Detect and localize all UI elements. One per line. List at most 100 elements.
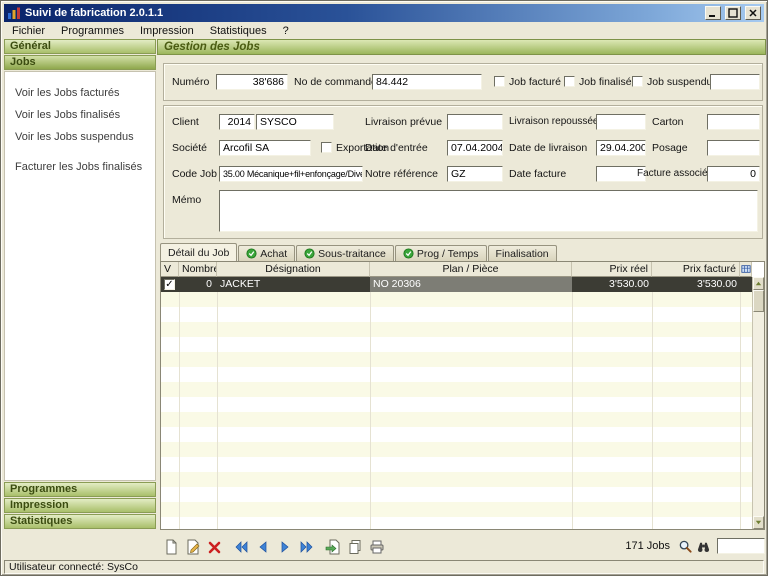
copy-record-button[interactable] bbox=[345, 537, 365, 557]
column-header-v[interactable]: V bbox=[161, 262, 179, 277]
job-facture-checkbox[interactable] bbox=[494, 76, 505, 87]
export-button[interactable] bbox=[323, 537, 343, 557]
copy-record-icon bbox=[347, 539, 363, 555]
find-button[interactable] bbox=[695, 538, 712, 555]
grid-body[interactable] bbox=[161, 277, 752, 529]
posage-field[interactable] bbox=[707, 140, 760, 156]
edit-record-button[interactable] bbox=[183, 537, 203, 557]
carton-field[interactable] bbox=[707, 114, 760, 130]
tab-label: Sous-traitance bbox=[318, 248, 386, 260]
code-job-label: Code Job bbox=[172, 168, 217, 180]
export-icon bbox=[325, 539, 341, 555]
numero-field[interactable]: 38'686 bbox=[216, 74, 288, 90]
memo-field[interactable] bbox=[219, 190, 758, 232]
job-finalise-checkbox[interactable] bbox=[564, 76, 575, 87]
sidebar-item-voir-jobs-finalises[interactable]: Voir les Jobs finalisés bbox=[5, 104, 155, 126]
column-divider bbox=[572, 277, 573, 529]
column-header-plan-piece[interactable]: Plan / Pièce bbox=[370, 262, 572, 277]
first-record-button[interactable] bbox=[231, 537, 251, 557]
menu-impression[interactable]: Impression bbox=[132, 24, 202, 38]
code-job-field[interactable]: 35.00 Mécanique+fil+enfonçage/Divers bbox=[219, 166, 363, 182]
tab-finalisation[interactable]: Finalisation bbox=[488, 245, 557, 261]
next-record-icon bbox=[277, 539, 293, 555]
sidebar-item-voir-jobs-factures[interactable]: Voir les Jobs facturés bbox=[5, 82, 155, 104]
print-icon bbox=[369, 539, 385, 555]
client-code-field[interactable]: 2014 bbox=[219, 114, 255, 130]
sidebar-section-impression[interactable]: Impression bbox=[4, 498, 156, 513]
facture-associee-label: Facture associée bbox=[637, 168, 713, 179]
tab-label: Finalisation bbox=[496, 248, 549, 260]
notre-reference-field[interactable]: GZ bbox=[447, 166, 503, 182]
window-title: Suivi de fabrication 2.0.1.1 bbox=[25, 7, 701, 19]
societe-field[interactable]: Arcofil SA bbox=[219, 140, 311, 156]
column-divider bbox=[179, 277, 180, 529]
posage-label: Posage bbox=[652, 142, 688, 154]
cell-designation: JACKET bbox=[217, 277, 370, 292]
search-input[interactable] bbox=[717, 538, 765, 554]
job-flag-field[interactable] bbox=[710, 74, 760, 90]
jobs-detail-grid: V Nombre Désignation Plan / Pièce Prix r… bbox=[160, 261, 765, 530]
date-entree-label: Date d'entrée bbox=[365, 142, 428, 154]
no-commande-field[interactable]: 84.442 bbox=[372, 74, 482, 90]
scroll-down-button[interactable] bbox=[753, 516, 764, 529]
status-text: Utilisateur connecté: SysCo bbox=[9, 561, 138, 573]
column-header-designation[interactable]: Désignation bbox=[217, 262, 370, 277]
previous-record-button[interactable] bbox=[253, 537, 273, 557]
row-checkbox[interactable] bbox=[164, 279, 175, 290]
tab-sous-traitance[interactable]: Sous-traitance bbox=[296, 245, 394, 261]
livraison-repoussee-field[interactable] bbox=[596, 114, 646, 130]
date-entree-field[interactable]: 07.04.2004 bbox=[447, 140, 503, 156]
status-bar: Utilisateur connecté: SysCo bbox=[4, 560, 764, 574]
print-button[interactable] bbox=[367, 537, 387, 557]
column-divider bbox=[740, 277, 741, 529]
cell-nombre: 0 bbox=[177, 277, 215, 292]
date-livraison-field[interactable]: 29.04.2004 bbox=[596, 140, 646, 156]
tab-achat[interactable]: Achat bbox=[238, 245, 295, 261]
app-window: Suivi de fabrication 2.0.1.1 Fichier Pro… bbox=[0, 0, 768, 576]
last-record-button[interactable] bbox=[297, 537, 317, 557]
menu-programmes[interactable]: Programmes bbox=[53, 24, 132, 38]
table-row[interactable]: 0 JACKET NO 20306 3'530.00 3'530.00 bbox=[161, 277, 752, 292]
menu-fichier[interactable]: Fichier bbox=[4, 24, 53, 38]
tab-prog-temps[interactable]: Prog / Temps bbox=[395, 245, 487, 261]
new-record-icon bbox=[163, 539, 179, 555]
sidebar-section-programmes[interactable]: Programmes bbox=[4, 482, 156, 497]
search-button[interactable] bbox=[677, 538, 694, 555]
column-header-prix-facture[interactable]: Prix facturé bbox=[652, 262, 740, 277]
sidebar-section-general[interactable]: Général bbox=[4, 39, 156, 54]
societe-label: Société bbox=[172, 142, 207, 154]
tab-label: Achat bbox=[260, 248, 287, 260]
tab-strip: Détail du Job Achat Sous-traitance Prog … bbox=[160, 243, 558, 261]
main-panel: Gestion des Jobs Numéro 38'686 No de com… bbox=[157, 39, 766, 559]
sidebar-item-voir-jobs-suspendus[interactable]: Voir les Jobs suspendus bbox=[5, 126, 155, 148]
menu-statistiques[interactable]: Statistiques bbox=[202, 24, 275, 38]
menubar: Fichier Programmes Impression Statistiqu… bbox=[4, 23, 764, 38]
job-suspendu-checkbox[interactable] bbox=[632, 76, 643, 87]
new-record-button[interactable] bbox=[161, 537, 181, 557]
scrollbar-thumb[interactable] bbox=[753, 290, 764, 312]
delete-record-button[interactable] bbox=[205, 537, 225, 557]
client-name-field[interactable]: SYSCO bbox=[256, 114, 334, 130]
job-facture-label: Job facturé bbox=[509, 76, 561, 88]
sidebar-section-jobs[interactable]: Jobs bbox=[4, 55, 156, 70]
scroll-up-button[interactable] bbox=[753, 277, 764, 290]
column-header-prix-reel[interactable]: Prix réel bbox=[572, 262, 652, 277]
grid-scrollbar[interactable] bbox=[752, 277, 764, 529]
exportation-checkbox[interactable] bbox=[321, 142, 332, 153]
notre-reference-label: Notre référence bbox=[365, 168, 438, 180]
next-record-button[interactable] bbox=[275, 537, 295, 557]
facture-associee-field[interactable]: 0 bbox=[707, 166, 760, 182]
close-button[interactable] bbox=[745, 6, 761, 20]
grid-options-button[interactable] bbox=[740, 262, 752, 277]
cell-prix-facture: 3'530.00 bbox=[652, 277, 740, 292]
column-header-nombre[interactable]: Nombre bbox=[179, 262, 217, 277]
sidebar-item-facturer-jobs-finalises[interactable]: Facturer les Jobs finalisés bbox=[5, 156, 155, 178]
sidebar-section-statistiques[interactable]: Statistiques bbox=[4, 514, 156, 529]
maximize-button[interactable] bbox=[725, 6, 741, 20]
minimize-button[interactable] bbox=[705, 6, 721, 20]
date-facture-label: Date facture bbox=[509, 168, 566, 180]
menu-help[interactable]: ? bbox=[275, 24, 297, 38]
livraison-prevue-field[interactable] bbox=[447, 114, 503, 130]
tab-detail-du-job[interactable]: Détail du Job bbox=[160, 243, 237, 261]
carton-label: Carton bbox=[652, 116, 684, 128]
